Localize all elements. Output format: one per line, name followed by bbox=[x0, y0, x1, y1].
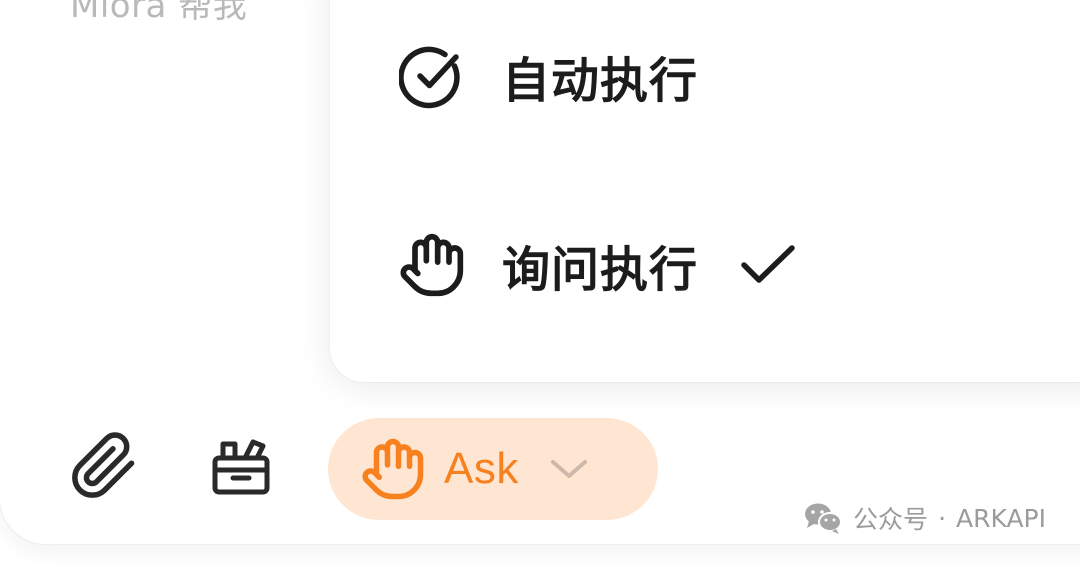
chevron-down-icon bbox=[549, 447, 593, 491]
watermark: 公众号 · ARKAPI bbox=[803, 500, 1046, 536]
toolbox-icon bbox=[209, 436, 273, 502]
hand-icon bbox=[358, 434, 428, 504]
menu-item-label: 询问执行 bbox=[502, 242, 699, 298]
watermark-separator: · bbox=[938, 503, 947, 533]
paperclip-icon bbox=[69, 431, 139, 505]
watermark-prefix: 公众号 bbox=[853, 505, 929, 534]
check-circle-icon bbox=[398, 42, 466, 110]
menu-item-label: 自动执行 bbox=[502, 53, 699, 109]
app-stage: Mlora 帮我 自动执行 询问执行 Ask 公众号 · ARKAPI bbox=[0, 0, 1080, 564]
wechat-icon bbox=[803, 501, 843, 535]
watermark-name: ARKAPI bbox=[956, 503, 1046, 533]
mode-select-button[interactable]: Ask bbox=[328, 418, 658, 520]
attach-button[interactable] bbox=[68, 432, 140, 504]
toolbox-button[interactable] bbox=[206, 436, 276, 502]
selected-check-icon bbox=[740, 236, 798, 294]
mode-label: Ask bbox=[444, 444, 519, 493]
input-placeholder-text: Mlora 帮我 bbox=[70, 0, 248, 26]
menu-item-ask-execute[interactable]: 询问执行 bbox=[398, 225, 798, 305]
menu-item-auto-execute[interactable]: 自动执行 bbox=[398, 36, 698, 116]
hand-icon bbox=[398, 231, 466, 299]
